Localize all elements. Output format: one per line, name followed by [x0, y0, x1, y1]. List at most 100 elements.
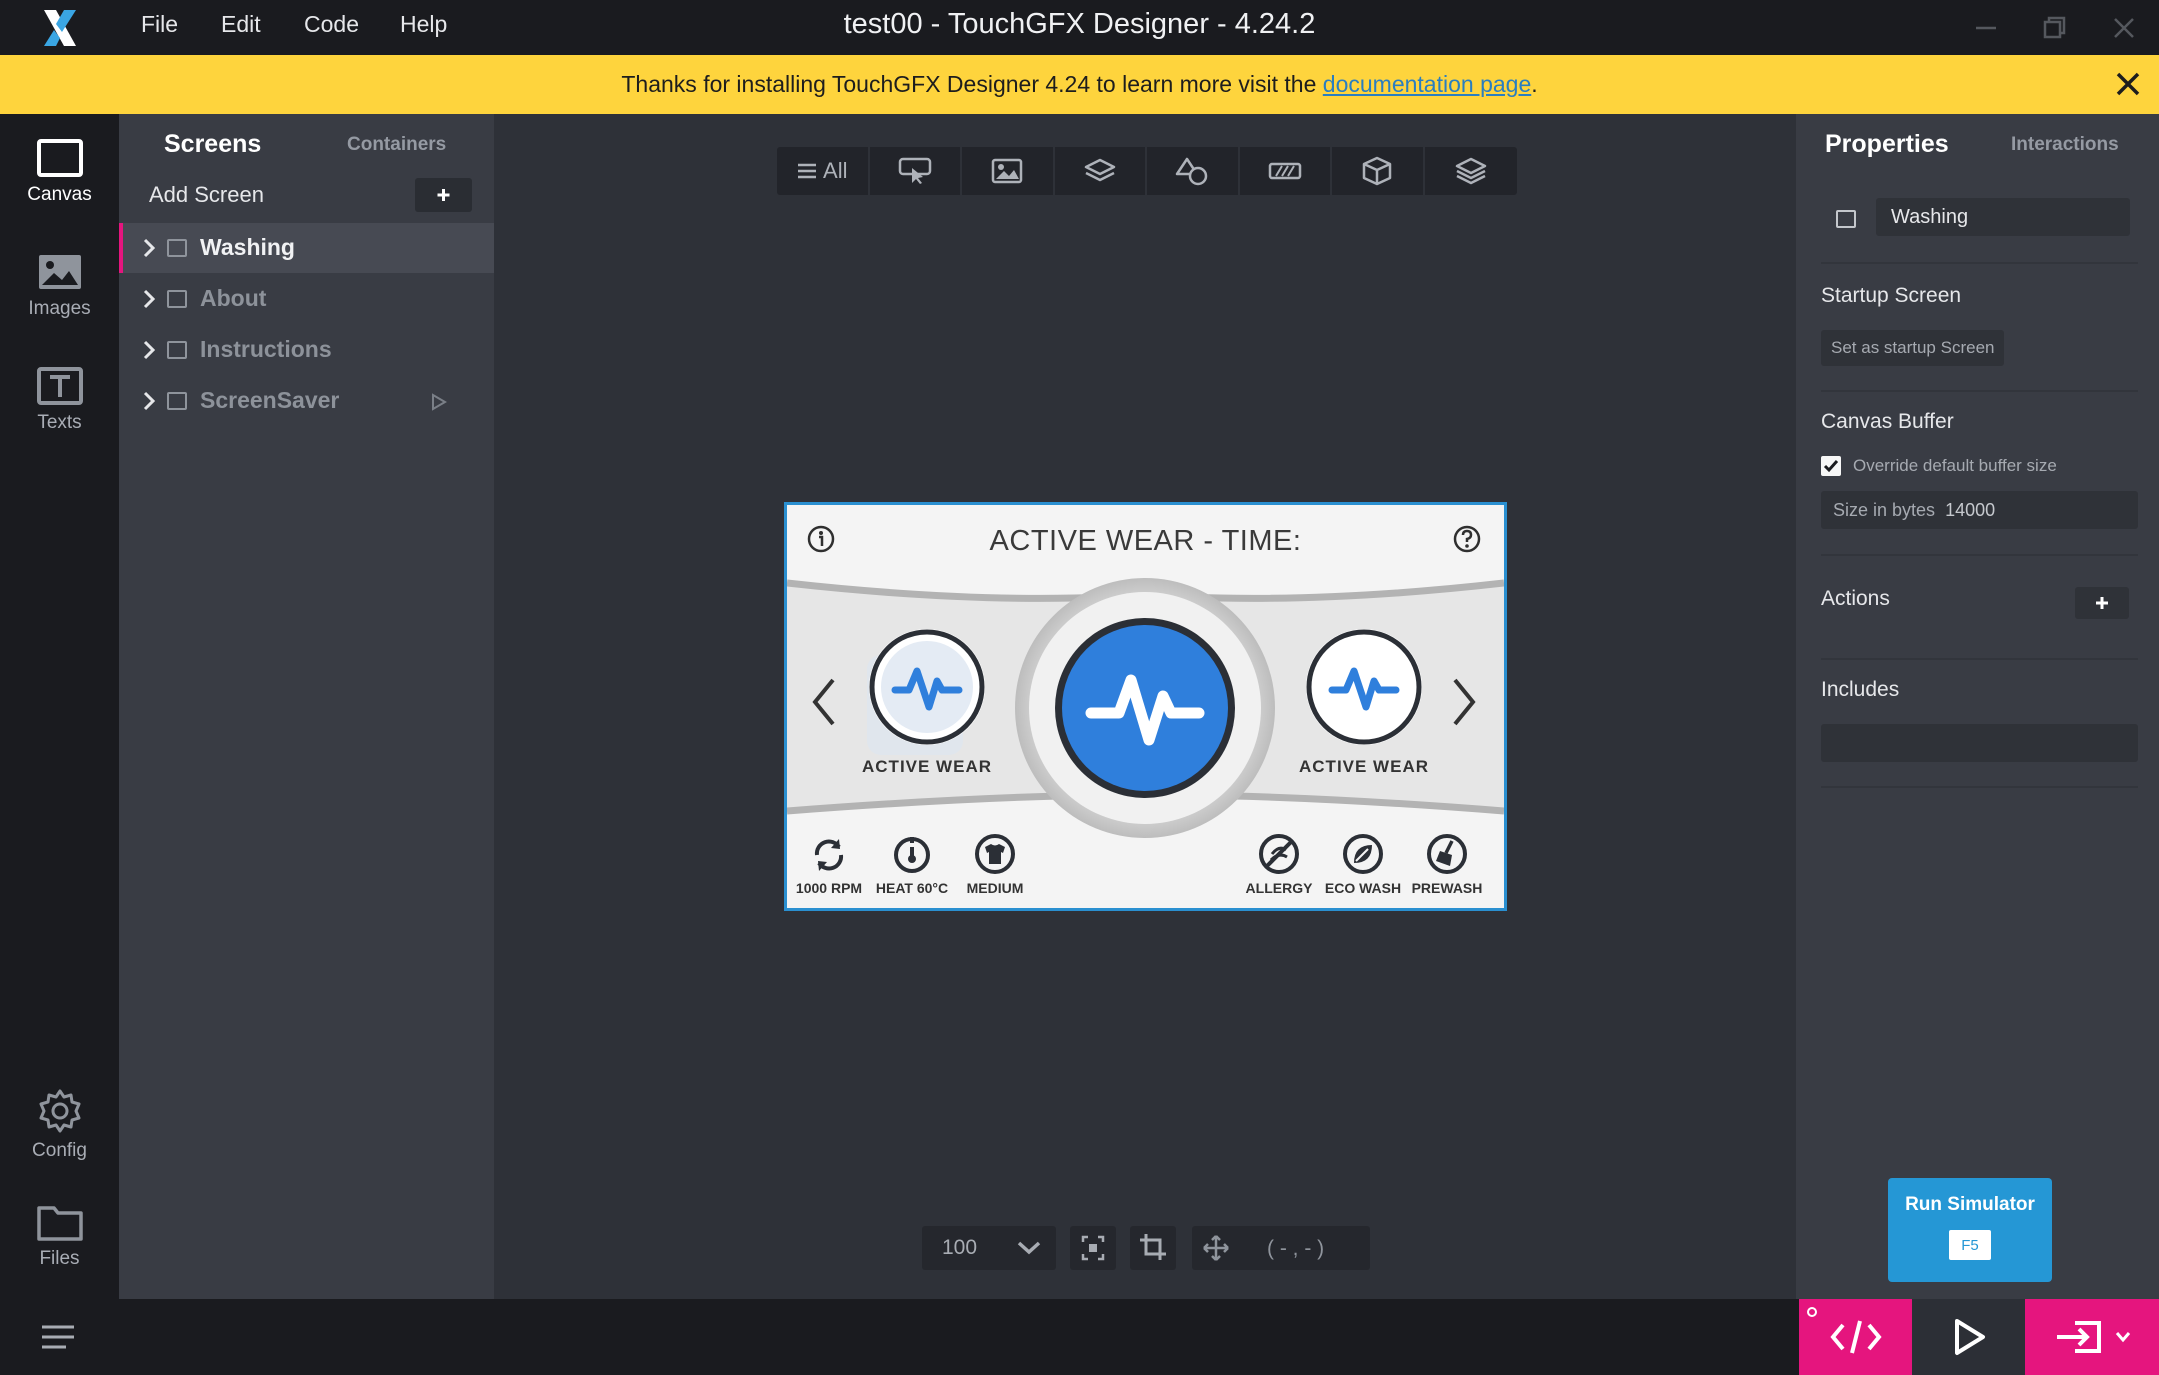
screen-checkbox[interactable] — [167, 341, 187, 359]
coordinate-readout: ( - , - ) — [1192, 1226, 1370, 1270]
override-buffer-label: Override default buffer size — [1853, 456, 2057, 475]
rail-files[interactable]: Files — [0, 1202, 119, 1270]
shapes-icon — [1176, 157, 1208, 186]
add-screen-label: Add Screen — [149, 182, 264, 207]
tab-screens[interactable]: Screens — [164, 130, 261, 159]
menu-edit[interactable]: Edit — [221, 11, 261, 38]
filter-all-button[interactable]: All — [777, 147, 870, 195]
flash-target-button[interactable] — [2025, 1299, 2159, 1375]
widget-filter-toolbar: All — [777, 147, 1517, 195]
filter-stack-button[interactable] — [1425, 147, 1518, 195]
export-icon — [2057, 1321, 2101, 1353]
rail-images[interactable]: Images — [0, 252, 119, 320]
broom-icon[interactable] — [1426, 833, 1468, 875]
tab-properties[interactable]: Properties — [1825, 130, 1949, 159]
filter-image-button[interactable] — [962, 147, 1055, 195]
generate-code-button[interactable] — [1799, 1299, 1912, 1375]
restore-icon[interactable] — [2036, 10, 2072, 46]
close-icon[interactable] — [2113, 69, 2143, 99]
thermometer-icon[interactable] — [892, 833, 932, 875]
screen-name-field[interactable]: Washing — [1876, 198, 2130, 236]
image-widget-icon — [992, 158, 1023, 184]
shirt-icon[interactable] — [974, 833, 1016, 875]
tab-interactions[interactable]: Interactions — [2011, 134, 2119, 156]
filter-3d-button[interactable] — [1332, 147, 1425, 195]
option-label-eco-wash: ECO WASH — [1324, 880, 1402, 896]
layers-icon — [1084, 158, 1115, 182]
menu-help[interactable]: Help — [400, 11, 447, 38]
run-target-button[interactable] — [1912, 1299, 2025, 1375]
crop-button[interactable] — [1130, 1226, 1176, 1270]
rail-texts[interactable]: Texts — [0, 366, 119, 434]
screen-checkbox[interactable] — [167, 239, 187, 257]
screen-item-instructions[interactable]: Instructions — [119, 325, 494, 375]
filter-progress-button[interactable] — [1240, 147, 1332, 195]
filter-shapes-button[interactable] — [1147, 147, 1240, 195]
documentation-link[interactable]: documentation page — [1323, 71, 1531, 97]
checkmark-icon — [1823, 460, 1839, 473]
status-dot — [1807, 1307, 1817, 1317]
chevron-right-icon[interactable] — [143, 238, 155, 258]
menu-code[interactable]: Code — [304, 11, 359, 38]
fit-to-screen-button[interactable] — [1070, 1226, 1116, 1270]
allergy-icon[interactable] — [1258, 833, 1300, 875]
rail-config[interactable]: Config — [0, 1088, 119, 1162]
focus-icon — [1081, 1235, 1105, 1261]
screen-label: About — [200, 285, 267, 311]
filter-interaction-button[interactable] — [870, 147, 962, 195]
folder-icon — [36, 1206, 83, 1241]
override-buffer-checkbox[interactable] — [1821, 456, 1841, 476]
chevron-right-icon[interactable] — [1449, 677, 1479, 727]
spin-icon[interactable] — [809, 835, 849, 875]
image-icon — [38, 255, 81, 289]
set-startup-screen-button[interactable]: Set as startup Screen — [1821, 330, 2004, 366]
screen-item-screensaver[interactable]: ScreenSaver — [119, 376, 494, 426]
stack-icon — [1455, 157, 1486, 185]
zoom-value: 100 — [942, 1236, 978, 1259]
divider — [1821, 390, 2138, 392]
properties-panel: Properties Interactions Washing Startup … — [1796, 114, 2159, 1299]
divider — [1821, 262, 2138, 264]
filter-layers-button[interactable] — [1055, 147, 1147, 195]
zoom-select[interactable]: 100 — [922, 1226, 1056, 1270]
touchgfx-logo-icon — [44, 10, 76, 46]
minimize-icon[interactable] — [1968, 10, 2004, 46]
add-action-button[interactable] — [2075, 587, 2129, 619]
chevron-down-icon[interactable] — [2115, 1331, 2131, 1343]
option-label-prewash: PREWASH — [1411, 880, 1483, 896]
play-icon — [1954, 1319, 1985, 1355]
actions-heading: Actions — [1821, 587, 1890, 610]
text-icon — [36, 367, 83, 405]
menu-file[interactable]: File — [141, 11, 178, 38]
chevron-left-icon[interactable] — [809, 677, 839, 727]
add-screen-button[interactable] — [415, 178, 472, 212]
rail-texts-label: Texts — [37, 412, 82, 433]
divider — [1821, 554, 2138, 556]
startup-screen-heading: Startup Screen — [1821, 284, 1962, 307]
program-left-button[interactable] — [857, 625, 997, 765]
buffer-size-field[interactable]: Size in bytes 14000 — [1821, 491, 2138, 529]
includes-field[interactable] — [1821, 724, 2138, 762]
rail-canvas[interactable]: Canvas — [0, 138, 119, 206]
close-window-icon[interactable] — [2106, 10, 2142, 46]
washing-screen-preview[interactable]: ACTIVE WEAR - TIME: ACTIVE WEAR ACTIVE W… — [784, 502, 1507, 911]
run-simulator-button[interactable]: Run Simulator F5 — [1888, 1178, 2052, 1282]
leaf-icon[interactable] — [1342, 833, 1384, 875]
canvas-icon — [36, 139, 83, 177]
tab-containers[interactable]: Containers — [347, 134, 446, 156]
chevron-right-icon[interactable] — [143, 391, 155, 411]
title-bar: File Edit Code Help test00 - TouchGFX De… — [0, 0, 2159, 55]
3d-box-icon — [1363, 156, 1392, 186]
chevron-right-icon[interactable] — [143, 340, 155, 360]
program-right-button[interactable] — [1294, 625, 1434, 765]
play-outline-icon[interactable] — [431, 393, 447, 411]
chevron-right-icon[interactable] — [143, 289, 155, 309]
screen-checkbox[interactable] — [167, 290, 187, 308]
shortcut-badge: F5 — [1949, 1230, 1991, 1260]
interaction-icon — [898, 157, 931, 184]
screen-item-washing[interactable]: Washing — [119, 223, 494, 273]
screen-item-about[interactable]: About — [119, 274, 494, 324]
screen-checkbox[interactable] — [167, 392, 187, 410]
log-menu-icon[interactable] — [40, 1323, 76, 1351]
pulse-icon[interactable] — [1065, 628, 1225, 788]
